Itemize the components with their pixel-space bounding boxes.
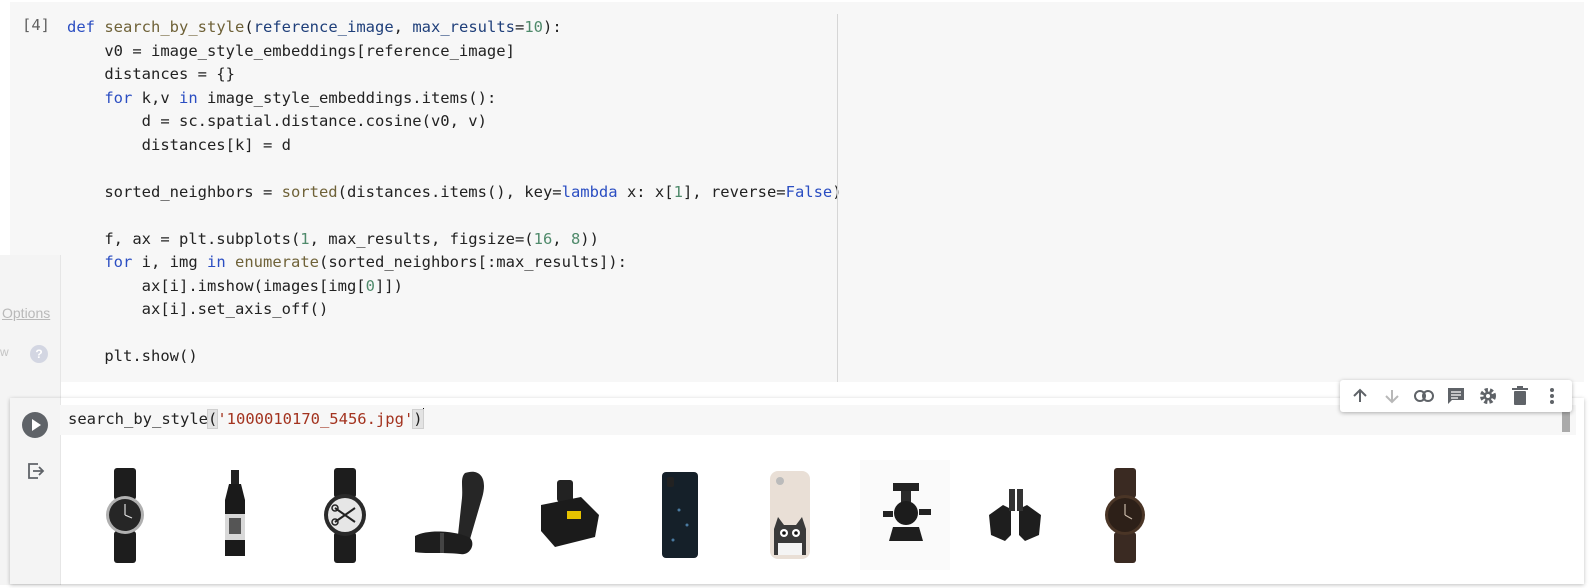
- code-line: v0 = image_style_embeddings[reference_im…: [67, 41, 515, 60]
- code-line: f, ax = plt.subplots(1, max_results, fig…: [67, 229, 599, 248]
- result-image-battery: [535, 460, 605, 570]
- link-icon[interactable]: [1412, 384, 1436, 408]
- code-line: ax[i].imshow(images[img[0]]): [67, 276, 403, 295]
- execution-count: [4]: [22, 16, 50, 34]
- output-redirect-icon[interactable]: [26, 461, 46, 481]
- open-paren: (: [206, 409, 219, 429]
- result-image-watch-black: [95, 460, 155, 570]
- comment-icon[interactable]: [1444, 384, 1468, 408]
- text-cursor: [422, 408, 425, 427]
- code-line: sorted_neighbors = sorted(distances.item…: [67, 182, 841, 201]
- result-image-ball-head: [860, 460, 950, 570]
- cell-output: [80, 460, 1180, 570]
- options-link[interactable]: Options: [2, 305, 50, 321]
- result-image-phone-case-dark: [655, 460, 705, 570]
- code-line: def search_by_style(reference_image, max…: [67, 18, 562, 36]
- close-paren: ): [412, 409, 424, 429]
- code-line: ax[i].set_axis_off(): [67, 300, 329, 318]
- trash-icon[interactable]: [1508, 384, 1532, 408]
- result-image-clamps: [980, 460, 1050, 570]
- more-vert-icon[interactable]: [1540, 384, 1564, 408]
- code-line: for k,v in image_style_embeddings.items(…: [104, 88, 497, 107]
- result-image-watch-scissors: [315, 460, 375, 570]
- play-icon[interactable]: [22, 412, 48, 438]
- string-argument: '1000010170_5456.jpg': [217, 410, 414, 428]
- cell-toolbar: [1340, 380, 1572, 412]
- code-line: d = sc.spatial.distance.cosine(v0, v): [67, 112, 487, 130]
- code-line: distances[k] = d: [67, 135, 291, 154]
- help-icon[interactable]: ?: [30, 345, 48, 363]
- arrow-down-icon[interactable]: [1380, 384, 1404, 408]
- result-image-watch-brown: [1095, 460, 1155, 570]
- side-panel-fragment: w: [0, 345, 9, 359]
- gear-icon[interactable]: [1476, 384, 1500, 408]
- code-editor[interactable]: def search_by_style(reference_image, max…: [67, 16, 842, 369]
- code-line: for i, img in enumerate(sorted_neighbors…: [104, 253, 627, 271]
- code-line: distances = {}: [67, 65, 235, 83]
- code-line[interactable]: search_by_style('1000010170_5456.jpg'): [68, 405, 425, 433]
- result-image-phone-case-cat: [765, 460, 815, 570]
- result-image-bottle: [210, 460, 260, 570]
- code-line: plt.show(): [67, 347, 198, 365]
- result-image-bike-grip: [410, 460, 500, 570]
- arrow-up-icon[interactable]: [1348, 384, 1372, 408]
- line-length-ruler: [837, 14, 838, 382]
- function-name: search_by_style: [68, 410, 208, 428]
